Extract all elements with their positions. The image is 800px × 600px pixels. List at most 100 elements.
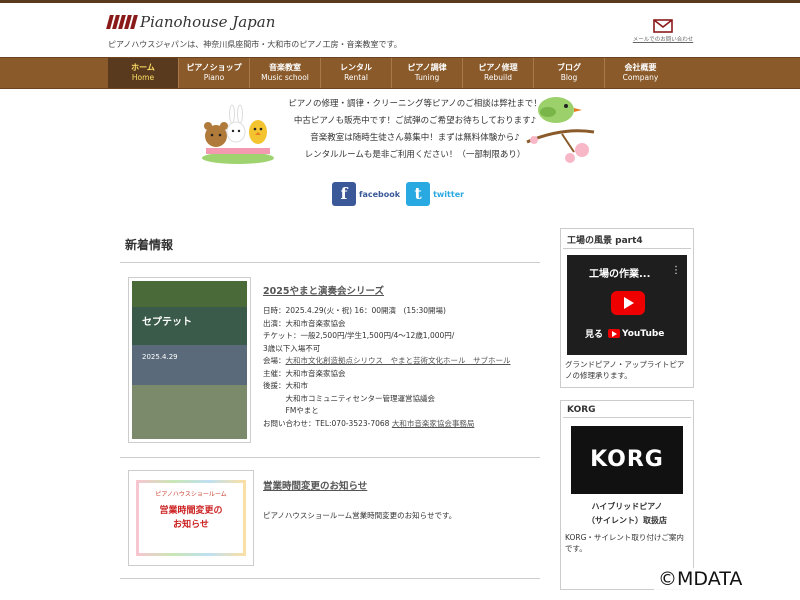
hero-banner: ピアノの修理・調律・クリーニング等ピアノのご相談は弊社まで！ 中古ピアノも販売中…	[200, 92, 600, 170]
sidebar-caption: グランドピアノ・アップライトピアノの修理承ります。	[565, 360, 685, 380]
site-header: Pianohouse Japan ピアノハウスジャパンは、神奈川県座間市・大和市…	[0, 3, 800, 57]
banner-line: ピアノの修理・調律・クリーニング等ピアノのご相談は弊社まで！	[288, 99, 542, 109]
divider	[120, 262, 540, 263]
concert-poster-thumbnail[interactable]: セプテット 2025.4.29	[128, 277, 251, 443]
nav-label-en: Blog	[560, 73, 578, 82]
notice-main-text: 営業時間変更の お知らせ	[139, 504, 243, 532]
nav-label-en: Home	[131, 73, 155, 82]
article-line: チケット：一般2,500円/学生1,500円/4～12歳1,000円/	[263, 331, 455, 340]
article-line: 会場：大和市文化創造拠点シリウス やまと芸術文化ホール サブホール	[263, 355, 533, 368]
watermark: ©MDATA	[654, 568, 747, 590]
contact-label: お問い合わせ：TEL:070-3523-7068	[263, 418, 390, 428]
nav-piano[interactable]: ピアノショップ Piano	[179, 58, 250, 88]
venue-link[interactable]: 大和市文化創造拠点シリウス やまと芸術文化ホール サブホール	[286, 356, 511, 365]
banner-line: レンタルルームも是非ご利用ください！（一部制限あり）	[304, 150, 526, 160]
notice-top-text: ピアノハウスショールーム	[155, 491, 227, 498]
nav-label-jp: ピアノショップ	[186, 63, 242, 72]
poster-date: 2025.4.29	[142, 353, 178, 361]
notice-main-line: 営業時間変更の	[159, 506, 223, 516]
youtube-video-embed[interactable]: 工場の作業... ⋮ 見る YouTube	[567, 255, 687, 355]
news-article: ピアノハウスショールーム 営業時間変更の お知らせ 営業時間変更のお知らせ ピアノ…	[128, 470, 540, 568]
animal-characters-illustration	[202, 104, 274, 164]
nav-label-jp: ピアノ修理	[478, 63, 518, 72]
nav-label-jp: レンタル	[340, 63, 372, 72]
contact-link[interactable]: 大和市音楽家協会事務局	[392, 419, 475, 428]
concert-poster-image: セプテット 2025.4.29	[132, 281, 247, 439]
korg-caption-line: ハイブリッドピアノ	[591, 502, 663, 511]
watch-on-youtube[interactable]: 見る YouTube	[585, 327, 664, 341]
nav-label-jp: 会社概要	[624, 63, 657, 72]
twitter-icon: t	[406, 182, 431, 206]
sidebar-video-box: 工場の風景 part4 工場の作業... ⋮ 見る YouTube グランドピア…	[560, 228, 694, 388]
nav-blog[interactable]: ブログ Blog	[534, 58, 605, 88]
nav-label-jp: ブログ	[557, 63, 581, 72]
article-body: ピアノハウスショールーム営業時間変更のお知らせです。	[263, 511, 457, 520]
twitter-link[interactable]: t twitter	[406, 182, 464, 206]
facebook-icon: f	[332, 182, 356, 206]
nav-label-jp: ピアノ調律	[407, 63, 447, 72]
sidebar-box-title: 工場の風景 part4	[563, 229, 691, 249]
nav-label-en: Company	[622, 73, 659, 82]
article-line: 3歳以下入場不可	[263, 343, 321, 353]
article-title-link[interactable]: 営業時間変更のお知らせ	[263, 478, 367, 492]
korg-logo[interactable]: KORG	[571, 426, 683, 494]
article-title-link[interactable]: 2025やまと演奏会シリーズ	[263, 283, 384, 297]
more-options-icon[interactable]: ⋮	[671, 265, 681, 276]
article-line: 大和市コミュニティセンター管理運営協議会	[263, 393, 436, 403]
twitter-label: twitter	[433, 189, 465, 199]
article-line: お問い合わせ：TEL:070-3523-7068 大和市音楽家協会事務局	[263, 418, 533, 431]
piano-keys-icon	[106, 15, 138, 29]
notice-main-line: お知らせ	[173, 520, 209, 530]
notice-thumbnail[interactable]: ピアノハウスショールーム 営業時間変更の お知らせ	[128, 470, 254, 566]
mail-contact-label: メールでのお問い合わせ	[632, 37, 694, 43]
mail-contact-link[interactable]: メールでのお問い合わせ	[628, 19, 698, 43]
nav-label-en: Rental	[344, 73, 368, 82]
bird-on-branch-illustration	[526, 97, 595, 163]
facebook-link[interactable]: f facebook	[332, 182, 400, 206]
nav-company[interactable]: 会社概要 Company	[605, 58, 676, 88]
nav-label-en: Tuning	[414, 73, 440, 82]
news-article: セプテット 2025.4.29 2025やまと演奏会シリーズ 日時：2025.4…	[128, 277, 540, 447]
nav-home[interactable]: ホーム Home	[108, 58, 179, 88]
korg-caption: ハイブリッドピアノ （サイレント）取扱店	[561, 500, 693, 528]
play-icon[interactable]	[611, 291, 645, 315]
social-links: f facebook t twitter	[332, 182, 464, 206]
main-nav: ホーム Home ピアノショップ Piano 音楽教室 Music school レン…	[0, 57, 800, 89]
video-title: 工場の作業...	[589, 269, 651, 280]
nav-label-en: Piano	[203, 73, 225, 82]
banner-line: 音楽教室は随時生徒さん募集中！まずは無料体験から♪	[310, 133, 520, 143]
article-body: 日時：2025.4.29(火・祝) 16：00開演 (15:30開場) 出演：大…	[263, 305, 533, 430]
article-line: FMやまと	[263, 406, 319, 415]
nav-label-jp: ホーム	[131, 63, 155, 72]
sidebar-korg-box: KORG KORG ハイブリッドピアノ （サイレント）取扱店 KORG・サイレン…	[560, 400, 694, 590]
site-tagline: ピアノハウスジャパンは、神奈川県座間市・大和市のピアノ工房・音楽教室です。	[108, 40, 402, 49]
nav-label-jp: 音楽教室	[269, 63, 301, 72]
youtube-icon	[608, 329, 621, 338]
poster-title: セプテット	[142, 317, 192, 328]
nav-label-en: Music school	[261, 73, 309, 82]
nav-label-en: Rebuild	[484, 73, 512, 82]
article-line: 後援：大和市	[263, 381, 308, 390]
article-line: 主催：大和市音楽家協会	[263, 368, 346, 378]
article-line: 日時：2025.4.29(火・祝) 16：00開演 (15:30開場)	[263, 306, 446, 315]
youtube-logo: YouTube	[608, 329, 664, 339]
nav-rental[interactable]: レンタル Rental	[321, 58, 392, 88]
logo-text: Pianohouse Japan	[140, 13, 276, 31]
venue-label: 会場：	[263, 356, 286, 365]
site-logo[interactable]: Pianohouse Japan	[106, 13, 276, 31]
sidebar-box-title: KORG	[563, 401, 691, 418]
watch-label: 見る	[585, 330, 604, 340]
nav-rebuild[interactable]: ピアノ修理 Rebuild	[463, 58, 534, 88]
mail-icon	[653, 19, 673, 33]
korg-caption-line: （サイレント）取扱店	[587, 516, 667, 525]
facebook-label: facebook	[359, 189, 401, 199]
nav-tuning[interactable]: ピアノ調律 Tuning	[392, 58, 463, 88]
youtube-label: YouTube	[622, 328, 665, 339]
banner-messages: ピアノの修理・調律・クリーニング等ピアノのご相談は弊社まで！ 中古ピアノも販売中…	[280, 96, 550, 164]
nav-music-school[interactable]: 音楽教室 Music school	[250, 58, 321, 88]
article-line: 出演：大和市音楽家協会	[263, 318, 346, 328]
news-heading: 新着情報	[125, 238, 174, 252]
divider	[120, 457, 540, 458]
sidebar-caption: KORG・サイレント取り付けご案内です。	[565, 533, 684, 553]
divider	[120, 578, 540, 579]
